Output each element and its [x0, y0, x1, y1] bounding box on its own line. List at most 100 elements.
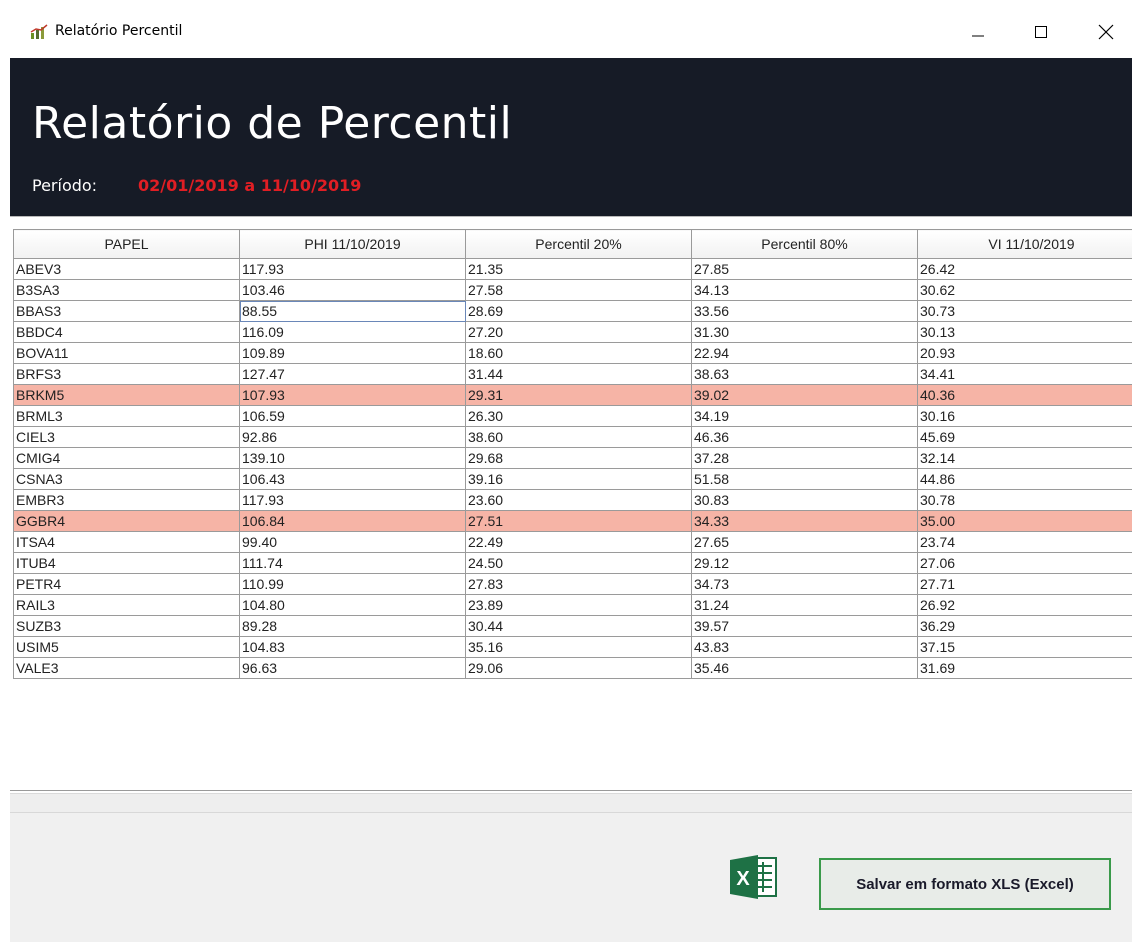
table-cell[interactable]: 111.74	[240, 553, 466, 574]
table-row[interactable]: ITUB4111.7424.5029.1227.06	[14, 553, 1132, 574]
table-cell[interactable]: BBDC4	[14, 322, 240, 343]
table-cell[interactable]: 37.28	[692, 448, 918, 469]
table-cell[interactable]: 36.29	[918, 616, 1132, 637]
table-cell[interactable]: 27.71	[918, 574, 1132, 595]
table-cell[interactable]: 30.16	[918, 406, 1132, 427]
table-cell[interactable]: 23.89	[466, 595, 692, 616]
close-button[interactable]	[1083, 14, 1129, 50]
table-cell[interactable]: 38.60	[466, 427, 692, 448]
table-cell[interactable]: 30.13	[918, 322, 1132, 343]
table-cell[interactable]: 104.83	[240, 637, 466, 658]
column-header[interactable]: VI 11/10/2019	[918, 230, 1132, 259]
table-cell[interactable]: 34.19	[692, 406, 918, 427]
table-cell[interactable]: 39.02	[692, 385, 918, 406]
table-cell[interactable]: 117.93	[240, 490, 466, 511]
column-header[interactable]: Percentil 20%	[466, 230, 692, 259]
table-cell[interactable]: 35.16	[466, 637, 692, 658]
table-row[interactable]: USIM5104.8335.1643.8337.15	[14, 637, 1132, 658]
table-cell[interactable]: 139.10	[240, 448, 466, 469]
table-cell[interactable]: 92.86	[240, 427, 466, 448]
table-cell[interactable]: 104.80	[240, 595, 466, 616]
save-xls-button[interactable]: Salvar em formato XLS (Excel)	[819, 858, 1111, 910]
table-cell[interactable]: 32.14	[918, 448, 1132, 469]
table-cell[interactable]: ITUB4	[14, 553, 240, 574]
table-cell[interactable]: 34.73	[692, 574, 918, 595]
table-cell[interactable]: ABEV3	[14, 259, 240, 280]
table-cell[interactable]: 106.43	[240, 469, 466, 490]
table-cell[interactable]: 44.86	[918, 469, 1132, 490]
table-row[interactable]: BRML3106.5926.3034.1930.16	[14, 406, 1132, 427]
table-cell[interactable]: 26.92	[918, 595, 1132, 616]
table-row[interactable]: CSNA3106.4339.1651.5844.86	[14, 469, 1132, 490]
table-cell[interactable]: 35.00	[918, 511, 1132, 532]
column-header[interactable]: PAPEL	[14, 230, 240, 259]
table-row[interactable]: RAIL3104.8023.8931.2426.92	[14, 595, 1132, 616]
table-cell[interactable]: 30.78	[918, 490, 1132, 511]
table-cell[interactable]: 31.69	[918, 658, 1132, 679]
table-cell[interactable]: 39.16	[466, 469, 692, 490]
table-row[interactable]: CMIG4139.1029.6837.2832.14	[14, 448, 1132, 469]
table-cell[interactable]: 29.12	[692, 553, 918, 574]
table-cell[interactable]: 30.62	[918, 280, 1132, 301]
table-cell[interactable]: 24.50	[466, 553, 692, 574]
table-cell[interactable]: 40.36	[918, 385, 1132, 406]
table-cell[interactable]: 21.35	[466, 259, 692, 280]
table-cell[interactable]: 20.93	[918, 343, 1132, 364]
table-cell[interactable]: 34.13	[692, 280, 918, 301]
table-cell[interactable]: VALE3	[14, 658, 240, 679]
column-header[interactable]: Percentil 80%	[692, 230, 918, 259]
table-cell[interactable]: 26.30	[466, 406, 692, 427]
table-row[interactable]: BBDC4116.0927.2031.3030.13	[14, 322, 1132, 343]
table-row[interactable]: PETR4110.9927.8334.7327.71	[14, 574, 1132, 595]
table-cell[interactable]: SUZB3	[14, 616, 240, 637]
horizontal-scrollbar[interactable]	[10, 794, 1132, 813]
table-cell[interactable]: 117.93	[240, 259, 466, 280]
table-cell[interactable]: CIEL3	[14, 427, 240, 448]
table-cell[interactable]: 30.83	[692, 490, 918, 511]
minimize-button[interactable]	[955, 14, 1001, 50]
table-cell[interactable]: 30.73	[918, 301, 1132, 322]
table-cell[interactable]: 89.28	[240, 616, 466, 637]
table-cell[interactable]: 22.94	[692, 343, 918, 364]
table-row[interactable]: GGBR4106.8427.5134.3335.00	[14, 511, 1132, 532]
table-cell[interactable]: 27.51	[466, 511, 692, 532]
table-cell[interactable]: 31.30	[692, 322, 918, 343]
table-cell[interactable]: 27.06	[918, 553, 1132, 574]
table-cell[interactable]: 39.57	[692, 616, 918, 637]
table-cell[interactable]: BRML3	[14, 406, 240, 427]
table-cell[interactable]: 27.20	[466, 322, 692, 343]
table-cell[interactable]: USIM5	[14, 637, 240, 658]
table-cell[interactable]: 22.49	[466, 532, 692, 553]
table-cell[interactable]: BOVA11	[14, 343, 240, 364]
table-cell[interactable]: BRFS3	[14, 364, 240, 385]
table-cell[interactable]: 29.31	[466, 385, 692, 406]
table-row[interactable]: VALE396.6329.0635.4631.69	[14, 658, 1132, 679]
table-row[interactable]: B3SA3103.4627.5834.1330.62	[14, 280, 1132, 301]
table-cell[interactable]: 23.74	[918, 532, 1132, 553]
table-cell[interactable]: 37.15	[918, 637, 1132, 658]
table-cell[interactable]: 27.83	[466, 574, 692, 595]
table-cell[interactable]: 99.40	[240, 532, 466, 553]
table-cell[interactable]: 29.68	[466, 448, 692, 469]
table-cell[interactable]: 109.89	[240, 343, 466, 364]
table-cell[interactable]: 26.42	[918, 259, 1132, 280]
table-cell[interactable]: BRKM5	[14, 385, 240, 406]
table-cell[interactable]: 38.63	[692, 364, 918, 385]
table-row[interactable]: ITSA499.4022.4927.6523.74	[14, 532, 1132, 553]
table-cell[interactable]: 33.56	[692, 301, 918, 322]
table-cell[interactable]: 96.63	[240, 658, 466, 679]
table-row[interactable]: ABEV3117.9321.3527.8526.42	[14, 259, 1132, 280]
table-cell[interactable]: CSNA3	[14, 469, 240, 490]
table-cell[interactable]: 107.93	[240, 385, 466, 406]
table-cell[interactable]: BBAS3	[14, 301, 240, 322]
table-cell[interactable]: PETR4	[14, 574, 240, 595]
table-cell[interactable]: 103.46	[240, 280, 466, 301]
table-cell[interactable]: 27.58	[466, 280, 692, 301]
table-cell[interactable]: CMIG4	[14, 448, 240, 469]
column-header[interactable]: PHI 11/10/2019	[240, 230, 466, 259]
maximize-button[interactable]	[1018, 14, 1064, 50]
table-cell[interactable]: 34.41	[918, 364, 1132, 385]
table-cell[interactable]: 27.65	[692, 532, 918, 553]
table-cell[interactable]: GGBR4	[14, 511, 240, 532]
table-cell[interactable]: 29.06	[466, 658, 692, 679]
